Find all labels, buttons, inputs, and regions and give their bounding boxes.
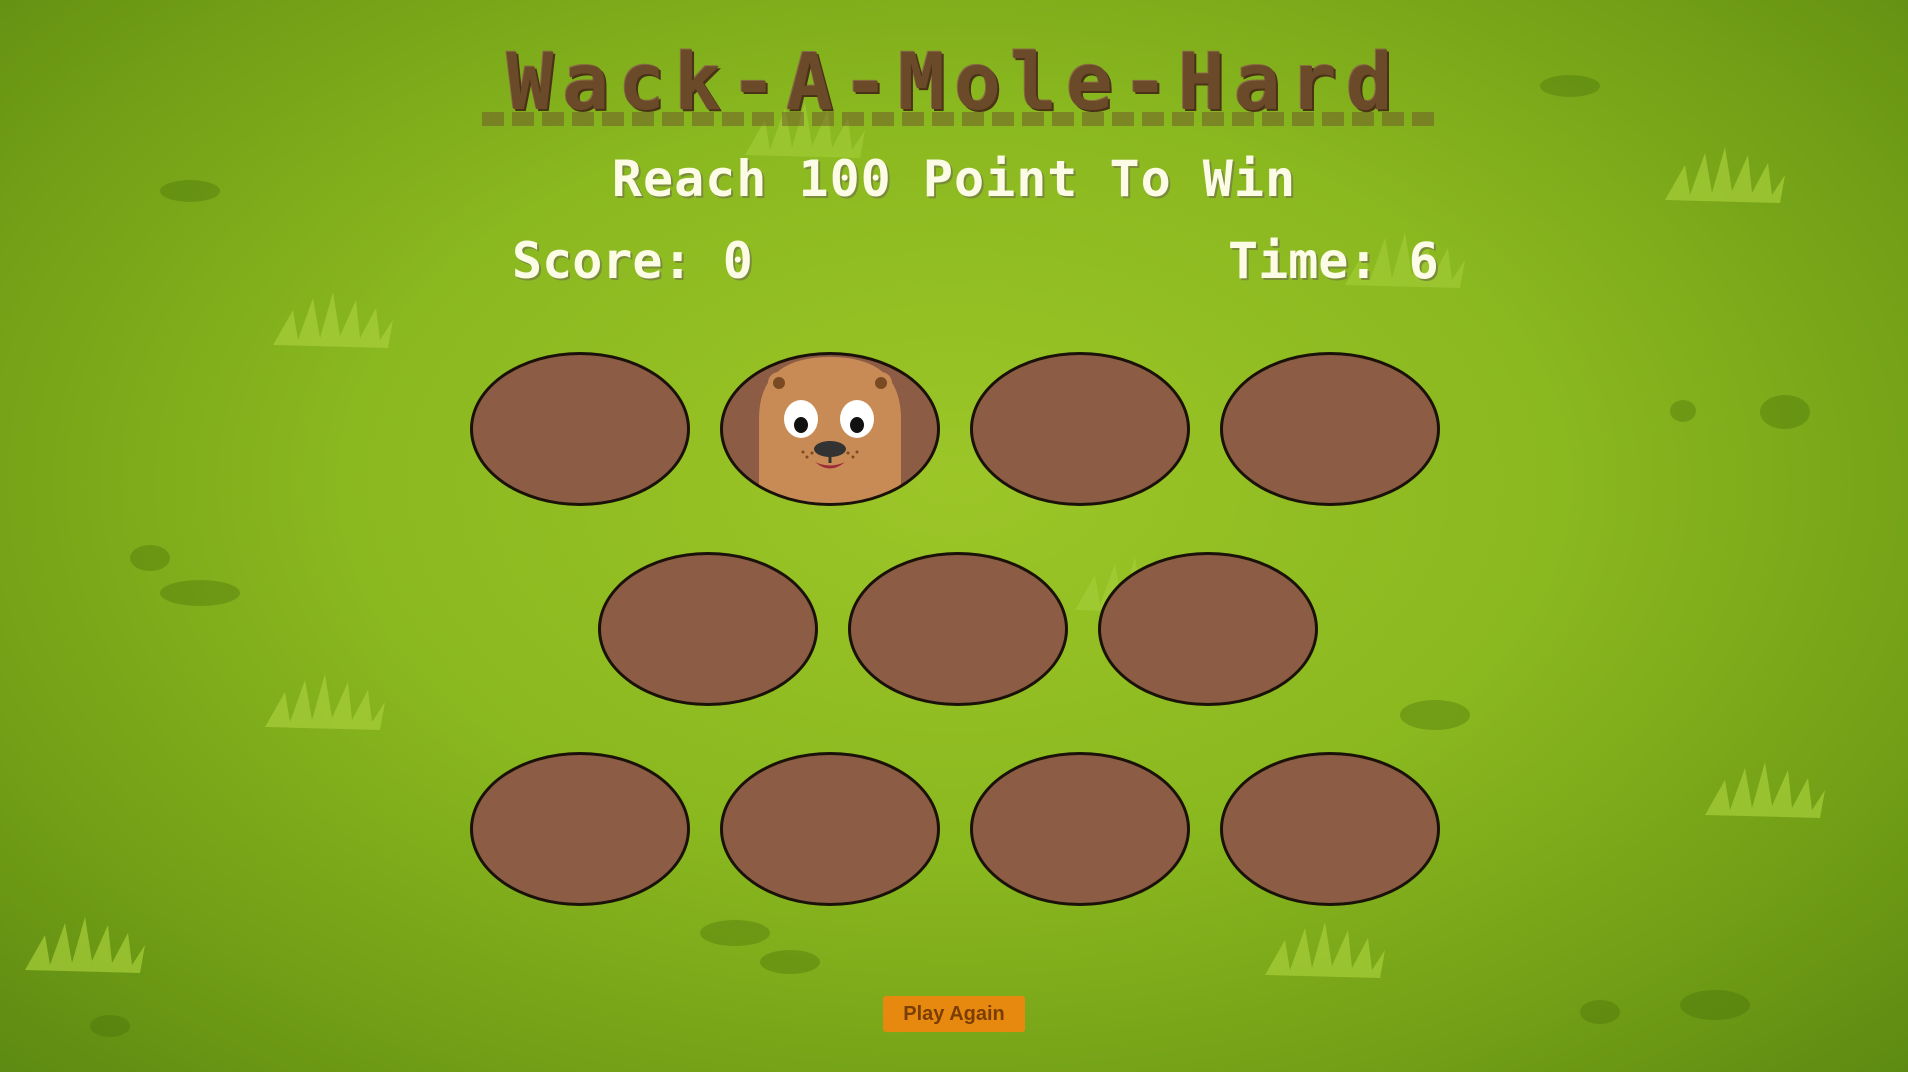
mole-hole[interactable] [720,752,940,906]
grass-tuft-icon [25,917,145,973]
time-display: Time: 6 [1228,232,1439,290]
mole-hole[interactable] [1098,552,1318,706]
mole-icon[interactable] [759,357,901,506]
grass-tuft-icon [1705,762,1825,818]
mole-hole[interactable] [848,552,1068,706]
grass-tuft-icon [273,292,393,348]
mole-hole[interactable] [1220,752,1440,906]
mole-hole[interactable] [470,352,690,506]
mole-hole[interactable] [970,352,1190,506]
title-underline [478,112,1436,126]
mole-hole[interactable] [970,752,1190,906]
mole-hole-active[interactable] [720,352,940,506]
mole-hole[interactable] [598,552,818,706]
mole-hole[interactable] [1220,352,1440,506]
grass-tuft-icon [1265,922,1385,978]
goal-text: Reach 100 Point To Win [611,150,1297,208]
grass-tuft-icon [265,674,385,730]
mole-hole[interactable] [470,752,690,906]
play-again-button[interactable]: Play Again [883,996,1025,1032]
score-display: Score: 0 [512,232,753,290]
